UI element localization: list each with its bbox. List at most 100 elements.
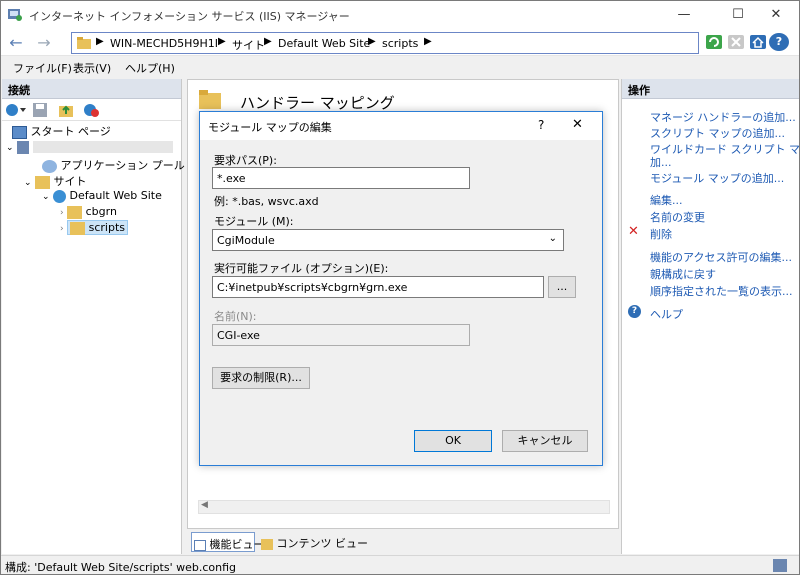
close-window-button[interactable]: ✕ — [753, 1, 799, 29]
dialog-title: モジュール マップの編集 — [208, 121, 332, 134]
crumb-separator: ▶ — [96, 36, 104, 47]
forward-button[interactable]: → — [33, 32, 55, 54]
menu-help[interactable]: ヘルプ(H) — [125, 60, 175, 76]
tree-item-default-web-site[interactable]: ⌄ Default Web Site — [42, 189, 162, 203]
action-add-module-map[interactable]: モジュール マップの追加... — [650, 170, 784, 186]
view-tabs: 機能ビュー コンテンツ ビュー — [187, 530, 619, 554]
module-select-value: CgiModule — [217, 234, 275, 247]
connections-toolbar — [2, 99, 181, 121]
action-rename[interactable]: 名前の変更 — [650, 209, 705, 225]
dialog-title-bar: モジュール マップの編集 ? ✕ — [200, 112, 602, 140]
back-button[interactable]: ← — [5, 32, 27, 54]
tree-item-start-page[interactable]: スタート ページ — [12, 123, 111, 139]
tree-item-server[interactable]: ⌄ — [6, 140, 173, 154]
menu-bar: ファイル(F) 表示(V) ヘルプ(H) — [1, 57, 799, 77]
scroll-left-icon[interactable]: ◀ — [201, 500, 208, 510]
executable-label: 実行可能ファイル (オプション)(E): — [214, 262, 389, 275]
iis-app-icon — [8, 9, 22, 21]
crumb-default-web-site[interactable]: Default Web Site — [278, 37, 370, 50]
menu-file[interactable]: ファイル(F) — [13, 60, 72, 76]
page-title: ハンドラー マッピング — [240, 94, 395, 112]
chevron-down-icon[interactable]: ⌄ — [6, 143, 14, 153]
chevron-right-icon[interactable]: › — [60, 224, 64, 234]
ok-button[interactable]: OK — [414, 430, 492, 452]
minimize-button[interactable]: — — [661, 1, 707, 29]
stop-icon[interactable] — [727, 33, 745, 51]
connect-icon[interactable] — [5, 102, 27, 118]
save-icon[interactable] — [32, 102, 48, 118]
connections-panel: 接続 スタート ページ ⌄ アプリケーション プール ⌄ サイト ⌄ Defau… — [2, 79, 185, 554]
crumb-server[interactable]: WIN-MECHD5H9H1I — [110, 37, 218, 50]
app-pool-icon — [42, 159, 57, 173]
content-view-icon — [261, 538, 273, 550]
chevron-down-icon[interactable]: ⌄ — [42, 192, 50, 202]
sites-folder-icon — [35, 175, 51, 189]
crumb-separator: ▶ — [368, 36, 376, 47]
module-label: モジュール (M): — [214, 215, 294, 228]
crumb-scripts[interactable]: scripts — [382, 37, 418, 50]
cancel-button[interactable]: キャンセル — [502, 430, 588, 452]
action-view-ordered-list[interactable]: 順序指定された一覧の表示... — [650, 283, 793, 299]
tab-features-view[interactable]: 機能ビュー — [191, 532, 265, 552]
crumb-separator: ▶ — [424, 36, 432, 47]
breadcrumb[interactable]: ▶ WIN-MECHD5H9H1I ▶ サイト ▶ Default Web Si… — [71, 32, 699, 54]
tab-content-view[interactable]: コンテンツ ビュー — [259, 532, 368, 552]
status-text: 構成: 'Default Web Site/scripts' web.confi… — [5, 561, 237, 574]
dialog-help-button[interactable]: ? — [538, 118, 544, 132]
action-add-wildcard-script-map[interactable]: ワイルドカード スクリプト マップの追 — [650, 141, 799, 157]
request-path-input[interactable]: *.exe — [212, 167, 470, 189]
action-add-managed-handler[interactable]: マネージ ハンドラーの追加... — [650, 109, 796, 125]
help-icon[interactable]: ? — [769, 33, 789, 51]
executable-input[interactable]: C:¥inetpub¥scripts¥cbgrn¥grn.exe — [212, 276, 544, 298]
chevron-down-icon[interactable]: ⌄ — [549, 233, 557, 244]
up-level-icon[interactable] — [58, 102, 74, 118]
actions-panel: 操作 マネージ ハンドラーの追加... スクリプト マップの追加... ワイルド… — [621, 79, 799, 554]
name-input[interactable]: CGI-exe — [212, 324, 470, 346]
folder-icon — [67, 205, 83, 219]
chevron-down-icon[interactable]: ⌄ — [24, 178, 32, 188]
crumb-separator: ▶ — [264, 36, 272, 47]
features-view-icon — [194, 539, 206, 551]
menu-view[interactable]: 表示(V) — [73, 60, 111, 76]
help-icon: ? — [628, 305, 641, 318]
virtual-directory-icon — [70, 221, 86, 235]
horizontal-scrollbar[interactable]: ◀ — [198, 500, 610, 514]
server-name-redacted — [32, 141, 173, 153]
connections-header: 接続 — [2, 79, 181, 99]
name-label: 名前(N): — [214, 310, 257, 323]
action-add-wildcard-script-map-cont[interactable]: 加... — [650, 154, 672, 170]
tree-item-app-pools[interactable]: アプリケーション プール — [42, 157, 185, 173]
disconnect-icon[interactable] — [82, 102, 100, 118]
address-bar: ← → ▶ WIN-MECHD5H9H1I ▶ サイト ▶ Default We… — [1, 29, 799, 56]
action-delete[interactable]: 削除 — [650, 226, 672, 242]
request-path-example: 例: *.bas, wsvc.axd — [214, 195, 319, 208]
crumb-sites[interactable]: サイト — [232, 37, 265, 53]
browse-button[interactable]: ... — [548, 276, 576, 298]
crumb-separator: ▶ — [218, 36, 226, 47]
edit-module-map-dialog: モジュール マップの編集 ? ✕ 要求パス(P): *.exe 例: *.bas… — [199, 111, 603, 466]
request-restrictions-button[interactable]: 要求の制限(R)... — [212, 367, 310, 389]
status-bar: 構成: 'Default Web Site/scripts' web.confi… — [1, 555, 799, 574]
action-revert-to-parent[interactable]: 親構成に戻す — [650, 266, 716, 282]
start-page-icon — [12, 125, 27, 139]
server-icon — [17, 140, 30, 154]
action-edit[interactable]: 編集... — [650, 192, 683, 208]
tree-item-cbgrn[interactable]: › cbgrn — [60, 205, 117, 219]
actions-header: 操作 — [622, 79, 799, 99]
module-select[interactable]: CgiModule ⌄ — [212, 229, 564, 251]
window-title: インターネット インフォメーション サービス (IIS) マネージャー — [29, 10, 350, 23]
globe-icon — [53, 189, 67, 203]
folder-icon — [77, 37, 91, 49]
handler-mappings-icon — [199, 90, 221, 109]
delete-icon: ✕ — [628, 224, 639, 239]
tree-item-sites[interactable]: ⌄ サイト — [24, 173, 87, 189]
refresh-icon[interactable] — [705, 33, 723, 51]
tree-item-scripts[interactable]: › scripts — [60, 220, 128, 235]
action-add-script-map[interactable]: スクリプト マップの追加... — [650, 125, 785, 141]
action-help[interactable]: ヘルプ — [650, 306, 683, 322]
title-bar: インターネット インフォメーション サービス (IIS) マネージャー — ☐ … — [1, 1, 799, 29]
dialog-close-button[interactable]: ✕ — [572, 117, 583, 132]
home-icon[interactable] — [749, 33, 767, 51]
chevron-right-icon[interactable]: › — [60, 208, 64, 218]
action-edit-feature-permissions[interactable]: 機能のアクセス許可の編集... — [650, 249, 792, 265]
